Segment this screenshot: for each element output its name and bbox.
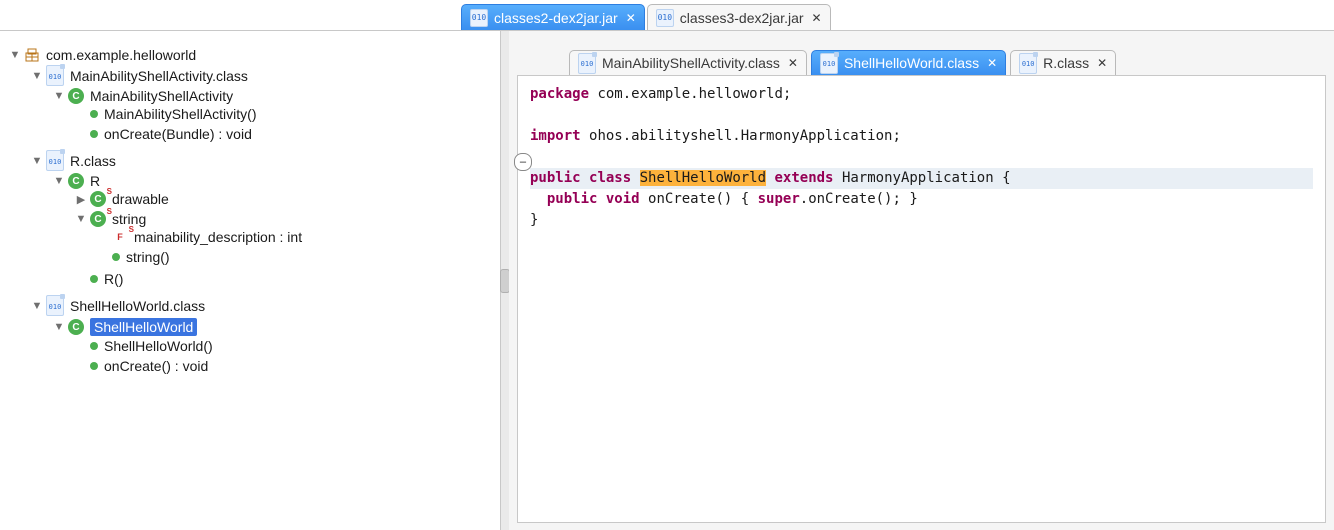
tree-method[interactable]: onCreate(Bundle) : void xyxy=(74,126,496,142)
class-file-icon: 010 xyxy=(1019,53,1037,74)
close-icon[interactable]: ✕ xyxy=(812,11,822,25)
tree-method[interactable]: onCreate() : void xyxy=(74,358,496,374)
static-class-icon: C xyxy=(90,211,106,227)
close-icon[interactable]: ✕ xyxy=(1097,56,1107,70)
top-tab-bar: 010 classes2-dex2jar.jar ✕ 010 classes3-… xyxy=(0,0,1334,31)
tree-label: ShellHelloWorld.class xyxy=(70,298,205,314)
editor-tab-shell[interactable]: 010 ShellHelloWorld.class ✕ xyxy=(811,50,1006,75)
chevron-down-icon[interactable]: ▼ xyxy=(52,321,66,333)
tree-class[interactable]: ▼ C MainAbilityShellActivity xyxy=(52,88,496,104)
class-file-icon: 010 xyxy=(46,150,64,171)
method-icon xyxy=(90,130,98,138)
tree-class-file[interactable]: ▼ 010 R.class xyxy=(30,150,496,171)
code-line: public void onCreate() { super.onCreate(… xyxy=(530,189,1313,210)
tree-label: onCreate(Bundle) : void xyxy=(104,126,252,142)
top-tab-label: classes2-dex2jar.jar xyxy=(494,10,618,26)
method-icon xyxy=(90,275,98,283)
chevron-down-icon[interactable]: ▼ xyxy=(52,175,66,187)
tree-class-selected[interactable]: ▼ C ShellHelloWorld xyxy=(52,318,496,336)
close-icon[interactable]: ✕ xyxy=(626,11,636,25)
code-line: import ohos.abilityshell.HarmonyApplicat… xyxy=(530,126,1313,147)
tree-method[interactable]: ShellHelloWorld() xyxy=(74,338,496,354)
code-line: } xyxy=(530,210,1313,231)
tree-class-file[interactable]: ▼ 010 MainAbilityShellActivity.class xyxy=(30,65,496,86)
tree-package[interactable]: ▼ com.example.helloworld xyxy=(8,47,496,63)
tree-method[interactable]: MainAbilityShellActivity() xyxy=(74,106,496,122)
tree-label: ShellHelloWorld() xyxy=(104,338,213,354)
package-icon xyxy=(24,47,40,63)
tree-label: MainAbilityShellActivity() xyxy=(104,106,256,122)
tree-method[interactable]: R() xyxy=(74,271,496,287)
editor-tab-label: MainAbilityShellActivity.class xyxy=(602,55,780,71)
tree-class-file[interactable]: ▼ 010 ShellHelloWorld.class xyxy=(30,295,496,316)
tree-label: com.example.helloworld xyxy=(46,47,196,63)
editor-tab-label: R.class xyxy=(1043,55,1089,71)
chevron-down-icon[interactable]: ▼ xyxy=(8,49,22,61)
top-tab-label: classes3-dex2jar.jar xyxy=(680,10,804,26)
tree-label: string() xyxy=(126,249,170,265)
tree-label: MainAbilityShellActivity.class xyxy=(70,68,248,84)
code-line xyxy=(530,105,1313,126)
code-line-highlighted: public class ShellHelloWorld extends Har… xyxy=(530,168,1313,189)
tree-class[interactable]: ▼Cstring xyxy=(74,211,496,227)
tree-class[interactable]: ▶Cdrawable xyxy=(74,191,496,207)
class-icon: C xyxy=(68,88,84,104)
tree-field[interactable]: Fmainability_description : int xyxy=(96,229,496,245)
chevron-down-icon[interactable]: ▼ xyxy=(30,155,44,167)
close-icon[interactable]: ✕ xyxy=(788,56,798,70)
chevron-right-icon[interactable]: ▶ xyxy=(74,193,88,206)
tree-label: MainAbilityShellActivity xyxy=(90,88,233,104)
class-file-icon: 010 xyxy=(820,53,838,74)
chevron-down-icon[interactable]: ▼ xyxy=(30,300,44,312)
tree-class[interactable]: ▼ C R xyxy=(52,173,496,189)
editor-tab-main[interactable]: 010 MainAbilityShellActivity.class ✕ xyxy=(569,50,807,75)
tree-label: onCreate() : void xyxy=(104,358,208,374)
method-icon xyxy=(90,362,98,370)
top-tab-classes3[interactable]: 010 classes3-dex2jar.jar ✕ xyxy=(647,4,831,30)
class-icon: C xyxy=(68,173,84,189)
jar-icon: 010 xyxy=(656,9,674,27)
top-tab-classes2[interactable]: 010 classes2-dex2jar.jar ✕ xyxy=(461,4,645,30)
tree-label: R xyxy=(90,173,100,189)
tree-label: R() xyxy=(104,271,123,287)
tree-method[interactable]: string() xyxy=(96,249,496,265)
editor-pane: 010 MainAbilityShellActivity.class ✕ 010… xyxy=(509,31,1334,530)
tree-label: mainability_description : int xyxy=(134,229,302,245)
splitter[interactable] xyxy=(501,31,509,530)
close-icon[interactable]: ✕ xyxy=(987,56,997,70)
editor-tab-r[interactable]: 010 R.class ✕ xyxy=(1010,50,1116,75)
code-editor[interactable]: − package com.example.helloworld; import… xyxy=(517,75,1326,523)
static-field-icon: F xyxy=(112,229,128,245)
editor-tab-label: ShellHelloWorld.class xyxy=(844,55,979,71)
class-file-icon: 010 xyxy=(578,53,596,74)
tree-label: R.class xyxy=(70,153,116,169)
static-class-icon: C xyxy=(90,191,106,207)
class-file-icon: 010 xyxy=(46,295,64,316)
method-icon xyxy=(90,342,98,350)
code-line: package com.example.helloworld; xyxy=(530,84,1313,105)
jar-icon: 010 xyxy=(470,9,488,27)
code-line xyxy=(530,147,1313,168)
class-icon: C xyxy=(68,319,84,335)
tree-label: ShellHelloWorld xyxy=(90,318,197,336)
method-icon xyxy=(112,253,120,261)
chevron-down-icon[interactable]: ▼ xyxy=(74,213,88,225)
method-icon xyxy=(90,110,98,118)
chevron-down-icon[interactable]: ▼ xyxy=(30,70,44,82)
chevron-down-icon[interactable]: ▼ xyxy=(52,90,66,102)
package-explorer[interactable]: ▼ com.example.helloworld ▼ 010 MainAbili… xyxy=(0,31,501,530)
editor-tab-bar: 010 MainAbilityShellActivity.class ✕ 010… xyxy=(509,31,1334,75)
class-file-icon: 010 xyxy=(46,65,64,86)
fold-icon[interactable]: − xyxy=(514,153,532,171)
tree-label: drawable xyxy=(112,191,169,207)
